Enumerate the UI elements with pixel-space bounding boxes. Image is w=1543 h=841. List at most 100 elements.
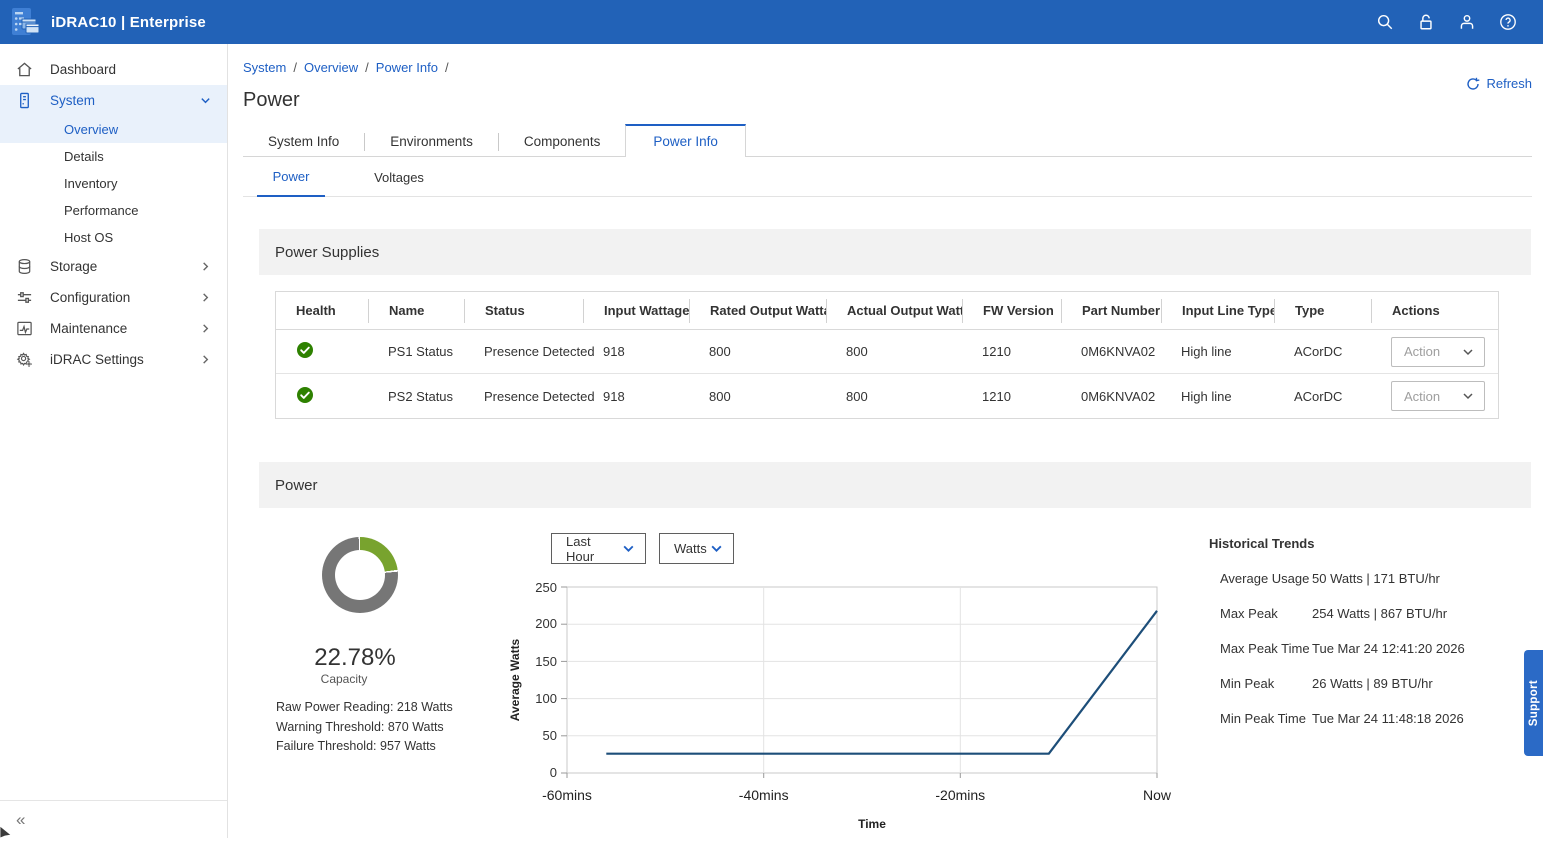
cell-input-line-type: High line [1161,389,1274,404]
breadcrumb-system[interactable]: System [243,60,286,75]
cell-type: ACorDC [1274,389,1371,404]
col-rated-output: Rated Output Watta… [689,299,826,323]
svg-text:0: 0 [550,765,557,780]
x-axis-label: Time [858,817,886,831]
pulse-chart-icon [16,320,33,337]
help-icon[interactable] [1499,13,1517,31]
table-header-row: Health Name Status Input Wattage Rated O… [276,292,1498,330]
power-thresholds: Raw Power Reading: 218 Watts Warning Thr… [276,698,453,757]
chevron-down-icon [710,542,723,555]
health-ok-icon [296,386,314,404]
svg-text:200: 200 [535,616,557,631]
sidebar-footer: « [0,800,227,838]
sidebar-item-configuration[interactable]: Configuration [0,282,227,313]
svg-text:-60mins: -60mins [542,787,592,803]
cell-name: PS2 Status [368,389,464,404]
svg-text:250: 250 [535,580,557,595]
cell-fw-version: 1210 [962,344,1061,359]
sidebar-item-label: iDRAC Settings [50,352,144,367]
cell-status: Presence Detected [464,389,583,404]
support-tab[interactable]: Support [1524,650,1543,756]
sidebar-item-performance[interactable]: Performance [0,197,227,224]
svg-text:Now: Now [1143,787,1172,803]
cell-actual-output: 800 [826,389,962,404]
table-row-ps1: PS1 Status Presence Detected 918 800 800… [276,330,1498,374]
svg-text:150: 150 [535,654,557,669]
tab-system-info[interactable]: System Info [243,126,364,157]
breadcrumb: System/Overview/Power Info/ [243,60,456,75]
lock-icon[interactable] [1417,13,1435,31]
sidebar-item-maintenance[interactable]: Maintenance [0,313,227,344]
col-status: Status [464,299,583,323]
idrac-logo-icon [9,6,41,38]
col-part-number: Part Number [1061,299,1161,323]
failure-threshold: Failure Threshold: 957 Watts [276,737,453,757]
col-fw-version: FW Version [962,299,1061,323]
time-range-select[interactable]: Last Hour [551,533,646,564]
trend-average-usage: Average Usage 50 Watts | 171 BTU/hr [1209,571,1509,586]
page-title: Power [243,89,300,112]
chevron-down-icon [1462,346,1474,358]
cell-rated-output: 800 [689,344,826,359]
cell-name: PS1 Status [368,344,464,359]
col-input-wattage: Input Wattage [583,299,689,323]
cell-type: ACorDC [1274,344,1371,359]
power-supplies-section-title: Power Supplies [259,229,1531,275]
breadcrumb-power-info[interactable]: Power Info [376,60,438,75]
capacity-label: Capacity [259,672,429,686]
storage-icon [16,258,33,275]
col-type: Type [1274,299,1371,323]
subtab-voltages[interactable]: Voltages [365,157,433,197]
tab-power-info[interactable]: Power Info [625,124,746,157]
refresh-icon [1466,77,1480,91]
sidebar-item-details[interactable]: Details [0,143,227,170]
tab-components[interactable]: Components [499,126,626,157]
chevron-right-icon [200,292,211,303]
tab-bar: System Info Environments Components Powe… [243,125,1532,157]
power-history-chart: 0 50 100 150 200 250 -60mins -40mins -20… [505,578,1175,836]
chevron-down-icon [622,542,635,555]
sidebar-item-dashboard[interactable]: Dashboard [0,54,227,85]
trend-min-peak-time: Min Peak Time Tue Mar 24 11:48:18 2026 [1209,711,1509,726]
subtab-power[interactable]: Power [257,157,325,197]
cell-part-number: 0M6KNVA02 [1061,344,1161,359]
home-icon [16,61,33,78]
col-health: Health [276,299,368,323]
sidebar-item-label: Configuration [50,290,130,305]
chevron-right-icon [200,261,211,272]
sidebar-item-storage[interactable]: Storage [0,251,227,282]
trend-max-peak: Max Peak 254 Watts | 867 BTU/hr [1209,606,1509,621]
unit-select[interactable]: Watts [659,533,734,564]
cell-input-wattage: 918 [583,389,689,404]
health-ok-icon [296,341,314,359]
svg-text:-20mins: -20mins [935,787,985,803]
breadcrumb-overview[interactable]: Overview [304,60,358,75]
tab-environments[interactable]: Environments [365,126,498,157]
y-axis-label: Average Watts [508,638,522,721]
refresh-button[interactable]: Refresh [1466,76,1532,91]
sidebar-item-system[interactable]: System [0,85,227,116]
sidebar-item-label: System [50,93,95,108]
svg-text:50: 50 [543,728,557,743]
system-icon [16,92,33,109]
power-section: Power 22.78% Capacity Raw Power Reading:… [259,462,1531,838]
subtab-bar: Power Voltages [243,157,1532,197]
app-header: iDRAC10 | Enterprise [0,0,1543,44]
sidebar-item-idrac-settings[interactable]: iDRAC Settings [0,344,227,375]
col-name: Name [368,299,464,323]
sidebar-item-label: Storage [50,259,97,274]
sidebar-item-inventory[interactable]: Inventory [0,170,227,197]
cell-fw-version: 1210 [962,389,1061,404]
sidebar-item-overview[interactable]: Overview [0,116,227,143]
app-title: iDRAC10 | Enterprise [51,14,206,31]
sidebar-item-host-os[interactable]: Host OS [0,224,227,251]
user-icon[interactable] [1458,13,1476,31]
collapse-sidebar-icon[interactable]: « [16,810,23,830]
cell-actual-output: 800 [826,344,962,359]
chevron-right-icon [200,323,211,334]
action-dropdown-ps2[interactable]: Action [1391,381,1485,411]
power-supplies-table: Health Name Status Input Wattage Rated O… [275,291,1499,419]
search-icon[interactable] [1376,13,1394,31]
sliders-icon [16,289,33,306]
action-dropdown-ps1[interactable]: Action [1391,337,1485,367]
